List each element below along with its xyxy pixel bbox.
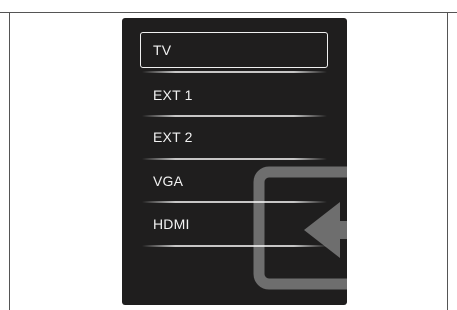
menu-divider [142,158,327,160]
menu-divider [142,71,327,73]
menu-item-label: TV [153,42,172,58]
menu-item-label: EXT 1 [153,87,193,103]
menu-divider [142,245,327,247]
page-border-left [9,12,10,310]
menu-divider [142,201,327,203]
menu-item-label: EXT 2 [153,129,193,145]
page-border-top [0,12,457,13]
menu-item-tv[interactable]: TV [140,32,328,68]
source-menu-panel: TV EXT 1 EXT 2 VGA HDMI [122,18,347,305]
menu-item-ext2[interactable]: EXT 2 [140,119,328,155]
menu-item-vga[interactable]: VGA [140,163,328,199]
page-border-right [447,12,448,310]
menu-item-label: HDMI [153,216,190,232]
menu-item-label: VGA [153,173,184,189]
menu-divider [142,115,327,117]
menu-item-hdmi[interactable]: HDMI [140,206,328,242]
menu-item-ext1[interactable]: EXT 1 [140,77,328,113]
